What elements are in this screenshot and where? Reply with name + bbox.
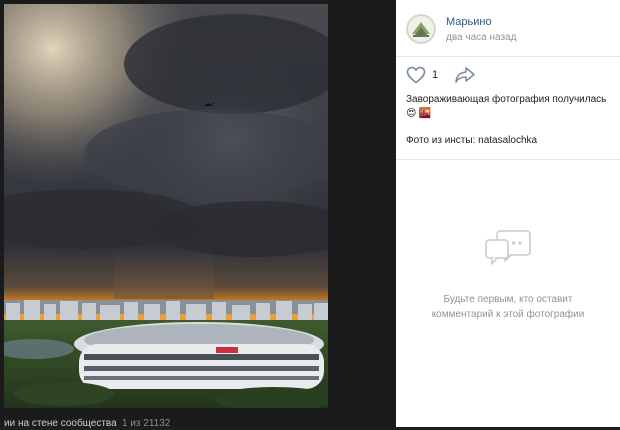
- post-source: Фото из инсты: natasalochka: [406, 135, 538, 146]
- emoji-row: 😍 🌇: [406, 107, 614, 120]
- cityscape-emoji: 🌇: [418, 108, 431, 119]
- post-time[interactable]: два часа назад: [446, 32, 516, 43]
- comments-placeholder-line1: Будьте первым, кто оставит: [443, 294, 573, 305]
- post-photo[interactable]: [4, 4, 328, 408]
- author-name[interactable]: Марьино: [446, 16, 492, 28]
- photo-counter: 1 из 21132: [122, 418, 171, 429]
- post-actions: 1: [396, 62, 620, 88]
- post-text-line: Завораживающая фотография получилась: [406, 94, 607, 105]
- speech-bubble-dots-icon: [485, 230, 531, 265]
- comments-placeholder-line2: комментарий к этой фотографии: [431, 309, 585, 320]
- comments-placeholder: Будьте первым, кто оставит комментарий к…: [396, 292, 620, 322]
- post-header: Марьино два часа назад: [396, 0, 620, 56]
- like-count: 1: [432, 69, 439, 81]
- share-button[interactable]: [454, 66, 476, 84]
- viewer-footer: ии на стене сообщества 1 из 21132: [0, 418, 396, 430]
- like-button[interactable]: 1: [406, 64, 438, 86]
- share-arrow-icon: [455, 67, 475, 83]
- comments-divider: [396, 159, 620, 160]
- header-divider: [396, 56, 620, 57]
- photo-viewer: ии на стене сообщества 1 из 21132: [0, 0, 396, 430]
- post-side-panel: Марьино два часа назад 1 Завораживающая …: [396, 0, 620, 427]
- avatar[interactable]: [406, 14, 436, 44]
- comments-empty-state: Будьте первым, кто оставит комментарий к…: [396, 228, 620, 322]
- heart-eyes-emoji: 😍: [406, 108, 417, 119]
- viewer-caption[interactable]: ии на стене сообщества: [4, 418, 117, 430]
- heart-outline-icon: [406, 66, 426, 84]
- post-text: Завораживающая фотография получилась 😍 🌇…: [406, 93, 614, 147]
